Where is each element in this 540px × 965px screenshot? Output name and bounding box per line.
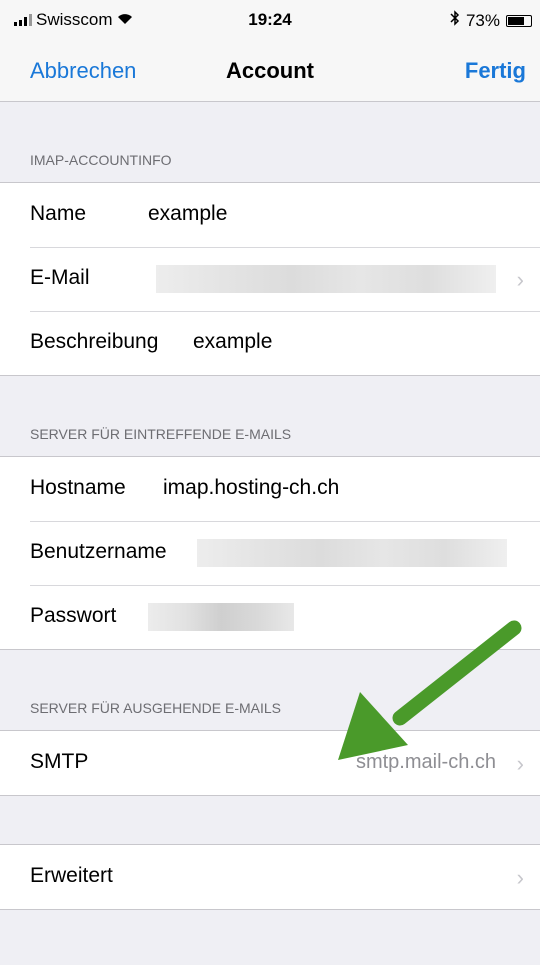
battery-percent: 73% [465, 10, 500, 30]
username-label: Benutzername [30, 540, 167, 563]
password-label: Passwort [30, 604, 117, 627]
description-value[interactable]: example [193, 330, 272, 354]
chevron-right-icon: › [516, 865, 524, 890]
hostname-value[interactable]: imap.hosting-ch.ch [163, 476, 339, 500]
navigation-bar: Abbrechen Account Fertig [0, 40, 540, 102]
section-header-outgoing: SERVER FÜR AUSGEHENDE E-MAILS [30, 700, 282, 716]
chevron-right-icon: › [516, 267, 524, 292]
incoming-server-group: Hostname imap.hosting-ch.ch Benutzername… [0, 456, 540, 650]
description-row[interactable]: Beschreibung example [0, 311, 540, 375]
username-value-redacted [197, 539, 507, 567]
advanced-row[interactable]: Erweitert › [0, 845, 540, 909]
smtp-value: smtp.mail-ch.ch [355, 751, 496, 773]
done-button[interactable]: Fertig [465, 58, 526, 84]
password-value-redacted [148, 603, 294, 631]
advanced-label: Erweitert [30, 864, 113, 887]
name-value[interactable]: example [148, 202, 227, 226]
description-label: Beschreibung [30, 330, 159, 353]
email-label: E-Mail [30, 266, 90, 289]
hostname-row[interactable]: Hostname imap.hosting-ch.ch [0, 457, 540, 521]
smtp-label: SMTP [30, 750, 89, 773]
imap-account-group: Name example E-Mail › Beschreibung examp… [0, 182, 540, 376]
outgoing-server-group: SMTP smtp.mail-ch.ch › [0, 730, 540, 796]
hostname-label: Hostname [30, 476, 126, 499]
battery-info: 73% [450, 10, 532, 31]
bluetooth-icon [450, 10, 460, 31]
email-value-redacted [156, 265, 496, 293]
page-title: Account [226, 58, 314, 83]
smtp-row[interactable]: SMTP smtp.mail-ch.ch › [0, 731, 540, 795]
battery-icon [506, 14, 532, 27]
section-header-incoming: SERVER FÜR EINTREFFENDE E-MAILS [30, 426, 292, 442]
chevron-right-icon: › [516, 751, 524, 776]
status-bar: Swisscom 19:24 73% [0, 0, 540, 40]
password-row[interactable]: Passwort [0, 585, 540, 649]
email-row[interactable]: E-Mail › [0, 247, 540, 311]
name-label: Name [30, 202, 87, 225]
username-row[interactable]: Benutzername [0, 521, 540, 585]
advanced-group: Erweitert › [0, 844, 540, 910]
section-header-imap: IMAP-ACCOUNTINFO [30, 152, 172, 168]
name-row[interactable]: Name example [0, 183, 540, 247]
